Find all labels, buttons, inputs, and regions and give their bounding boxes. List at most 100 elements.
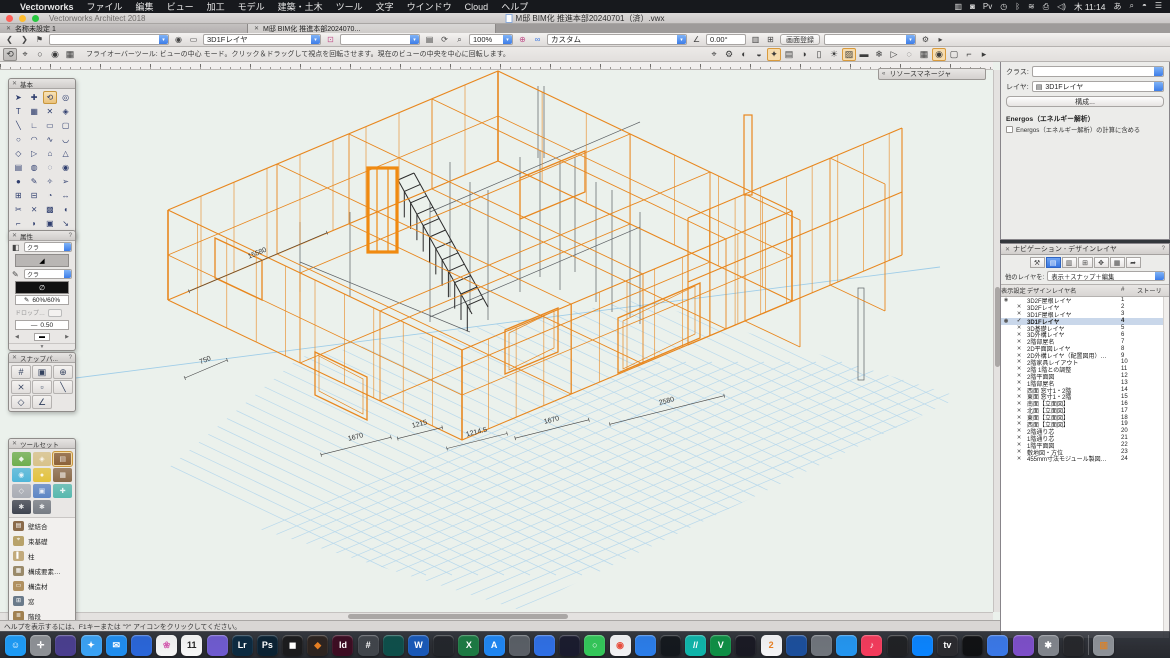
active-layer-dropdown[interactable]: 3D1Fレイヤ▾ (203, 34, 321, 45)
tool-icon-24[interactable]: ● (11, 175, 26, 188)
dock-app-blue-3[interactable] (635, 635, 656, 656)
wall-icon[interactable]: ▬ (857, 48, 871, 61)
document-tab-0[interactable]: ✕名称未設定 1 (0, 24, 248, 33)
energos-checkbox[interactable] (1006, 126, 1013, 133)
resource-manager-bar[interactable]: « リソースマネージャ (878, 68, 986, 80)
tool-icon-15[interactable]: ◡ (58, 133, 73, 146)
layer-hidden-icon[interactable]: ✕ (1011, 449, 1027, 455)
snap-icon-7[interactable]: ∠ (32, 395, 52, 409)
nav-references-icon[interactable]: ➦ (1126, 257, 1141, 268)
dock-app-dark-4[interactable] (735, 635, 756, 656)
layer-hidden-icon[interactable]: ✕ (1011, 456, 1027, 462)
layer-hidden-icon[interactable]: ✕ (1011, 394, 1027, 400)
dock-app-dark-purple[interactable] (55, 635, 76, 656)
tool-icon-5[interactable]: ▦ (27, 105, 42, 118)
pages-icon[interactable]: ▥ (750, 35, 761, 44)
history-icon[interactable]: ◷ (1000, 2, 1007, 12)
layer-flag-icon[interactable]: ⊡ (325, 35, 336, 44)
toolset-category-3[interactable]: ◉ (12, 468, 31, 482)
column-header-1[interactable]: デザインレイヤ名 (1027, 286, 1121, 295)
snap-icon-1[interactable]: ▣ (32, 365, 52, 379)
tool-icon-35[interactable]: ◖ (58, 203, 73, 216)
save-view-icon[interactable]: ▤ (782, 48, 796, 61)
snap-icon-0[interactable]: # (11, 365, 31, 379)
tool-icon-19[interactable]: △ (58, 147, 73, 160)
notification-icon[interactable]: ☰ (1155, 1, 1162, 12)
dock-app-dark-5[interactable] (887, 635, 908, 656)
fit-view-icon[interactable]: ⌕ (454, 35, 465, 45)
model-wireframe[interactable]: 15580750167012151214.516702580 (0, 62, 993, 612)
tool-icon-17[interactable]: ▷ (27, 147, 42, 160)
layer-hidden-icon[interactable]: ✕ (1011, 332, 1027, 338)
corner-icon[interactable]: ⌐ (962, 48, 976, 61)
tool-icon-25[interactable]: ✎ (27, 175, 42, 188)
toolset-category-2[interactable]: ▤ (53, 452, 72, 466)
layer-dropdown[interactable]: ▤3D1Fレイヤ (1032, 81, 1164, 92)
nav-sheets-icon[interactable]: ⊞ (1078, 257, 1093, 268)
toolset-category-4[interactable]: ● (33, 468, 52, 482)
tool-icon-28[interactable]: ⊞ (11, 189, 26, 202)
tool-icon-36[interactable]: ⌐ (11, 217, 26, 230)
help-icon[interactable]: ? (69, 233, 72, 239)
expand-icon[interactable]: ▸ (977, 48, 991, 61)
layer-hidden-icon[interactable]: ✕ (1011, 339, 1027, 345)
minimize-window-button[interactable] (19, 15, 26, 22)
column-header-2[interactable]: # (1121, 286, 1137, 295)
image-icon[interactable]: ▨ (842, 48, 856, 61)
column-header-3[interactable]: ストーリ (1137, 286, 1169, 295)
drop-shadow-row[interactable]: ドロップ… (9, 306, 75, 319)
layer-visible-icon[interactable]: ◉ (1001, 297, 1011, 303)
toolset-item-5[interactable]: ⊞窓 (9, 593, 75, 608)
layer-hidden-icon[interactable]: ✕ (1011, 421, 1027, 427)
menu-item-2[interactable]: 編集 (136, 2, 154, 12)
tool-icon-31[interactable]: ↔ (58, 189, 73, 202)
layer-list-header[interactable]: 表示設定デザインレイヤ名#ストーリ (1001, 284, 1169, 297)
contrast-icon[interactable]: ◑ (797, 48, 811, 61)
dock-app-dark-3[interactable] (660, 635, 681, 656)
close-icon[interactable]: ✕ (12, 80, 17, 87)
layer-row-24[interactable]: ✕455mm寸法モジュール製図…24 (1001, 455, 1169, 462)
tool-icon-8[interactable]: ╲ (11, 119, 26, 132)
layer-hidden-icon[interactable]: ✕ (1011, 387, 1027, 393)
snap-icon-2[interactable]: ⊕ (53, 365, 73, 379)
tool-icon-26[interactable]: ✧ (43, 175, 58, 188)
snap-icon-3[interactable]: ⨯ (11, 380, 31, 394)
layer-hidden-icon[interactable]: ✕ (1011, 428, 1027, 434)
tool-icon-34[interactable]: ▩ (43, 203, 58, 216)
tool-icon-39[interactable]: ↘ (58, 217, 73, 230)
document-tab-1[interactable]: ✕M邸 BIM化 推進本部2024070... (248, 24, 496, 33)
light-menu-icon[interactable]: ☀ (827, 48, 841, 61)
refresh-icon[interactable]: ⟳ (439, 35, 450, 44)
save-icon[interactable]: ▤ (424, 35, 435, 44)
dock-app-dark-7[interactable] (1063, 635, 1084, 656)
layer-hidden-icon[interactable]: ✕ (1011, 380, 1027, 386)
nav-organize-icon[interactable]: ⚒ (1030, 257, 1045, 268)
pv-icon[interactable]: Pv (983, 2, 992, 12)
siri-icon[interactable]: ◓ (1142, 1, 1147, 12)
dock-app-teal-dark[interactable] (383, 635, 404, 656)
dock-lightroom[interactable]: Lr (232, 635, 253, 656)
dock-app-black-cube[interactable]: ◼ (282, 635, 303, 656)
snap-icon-6[interactable]: ◇ (11, 395, 31, 409)
layer-hidden-icon[interactable]: ✕ (1011, 325, 1027, 331)
menu-item-5[interactable]: モデル (238, 2, 265, 12)
nav-saved-views-icon[interactable]: ▦ (1110, 257, 1125, 268)
tiles-icon[interactable]: ⊞ (765, 35, 776, 44)
opacity-field[interactable]: ✎60%/60% (15, 295, 69, 305)
dock-trash[interactable]: ▥ (1093, 635, 1114, 656)
tool-icon-23[interactable]: ◉ (58, 161, 73, 174)
menu-item-11[interactable]: ヘルプ (501, 2, 528, 12)
dock-app-gray-1[interactable] (509, 635, 530, 656)
tool-icon-1[interactable]: ✚ (27, 91, 42, 104)
dock-app-purple-2[interactable] (1013, 635, 1034, 656)
tool-icon-18[interactable]: ⌂ (43, 147, 58, 160)
help-icon[interactable]: ? (1162, 246, 1165, 252)
dock-app-blue-1[interactable] (131, 635, 152, 656)
next-style-button[interactable]: ▶ (65, 334, 69, 340)
palette-resize-handle[interactable]: ▼ (9, 343, 75, 350)
saved-view-dropdown[interactable]: ▾ (340, 34, 420, 45)
dock-app-gray-hash[interactable]: # (358, 635, 379, 656)
layer-hidden-icon[interactable]: ✕ (1011, 346, 1027, 352)
dock-appletv[interactable]: tv (937, 635, 958, 656)
close-tab-icon[interactable]: ✕ (6, 25, 11, 32)
